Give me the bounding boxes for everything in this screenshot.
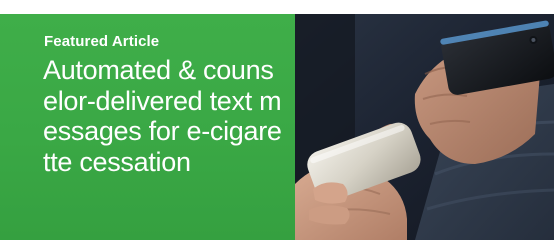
featured-text-panel[interactable]: Featured Article Automated & counselor-d… xyxy=(0,14,295,240)
featured-photo[interactable] xyxy=(295,14,554,240)
featured-article-banner[interactable]: Featured Article Automated & counselor-d… xyxy=(0,0,554,240)
top-margin xyxy=(0,0,295,14)
hands-holding-smartphones-photo xyxy=(295,14,554,240)
top-margin-right xyxy=(295,0,554,14)
featured-headline[interactable]: Automated & counselor-delivered text mes… xyxy=(43,55,287,177)
featured-eyebrow: Featured Article xyxy=(44,33,160,50)
